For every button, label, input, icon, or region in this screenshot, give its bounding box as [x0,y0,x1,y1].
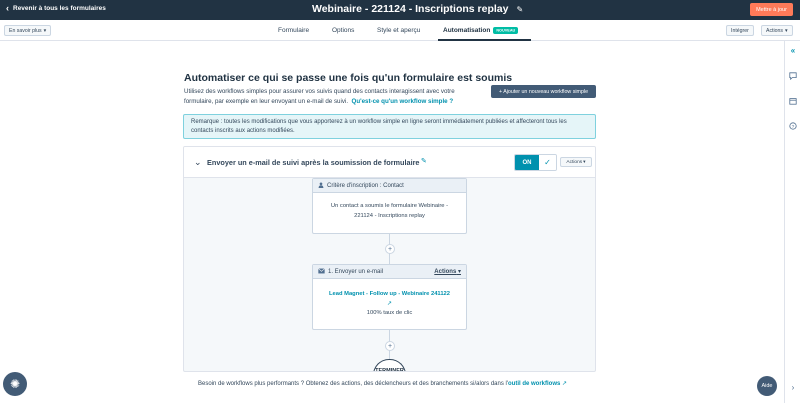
learn-more-label: En savoir plus [9,27,42,34]
back-to-forms-link[interactable]: ‹ Revenir à tous les formulaires [6,3,106,13]
what-is-simple-workflow-link[interactable]: Qu'est-ce qu'un workflow simple ? [352,98,454,105]
top-bar: ‹ Revenir à tous les formulaires Webinai… [0,0,800,20]
trigger-header-label: Critère d'inscription : Contact [327,182,404,189]
email-step-node[interactable]: 1. Envoyer un e-mail Actions ▾ Lead Magn… [312,264,467,330]
check-icon: ✓ [539,155,556,170]
form-title: Webinaire - 221124 - Inscriptions replay [312,3,509,15]
mail-icon [318,267,325,276]
update-button[interactable]: Mettre à jour [750,3,793,16]
add-workflow-button[interactable]: + Ajouter un nouveau workflow simple [491,85,596,98]
click-rate-stat: 100% taux de clic [366,310,413,316]
add-step-plus-icon[interactable]: + [385,341,395,351]
help-icon[interactable]: ? [788,121,798,131]
page-title: Webinaire - 221124 - Inscriptions replay… [312,3,523,15]
email-step-header: 1. Envoyer un e-mail Actions ▾ [313,265,466,279]
step-actions-label: Actions [434,269,457,275]
active-tab-indicator [438,39,531,41]
chevron-right-icon[interactable]: › [788,382,798,392]
trigger-node[interactable]: Critère d'inscription : Contact Un conta… [312,178,467,234]
workflow-card: ⌄ Envoyer un e-mail de suivi après la so… [183,146,596,372]
svg-text:?: ? [792,124,795,130]
email-step-body: Lead Magnet - Follow up - Webinaire 2411… [313,279,466,319]
trigger-node-body: Un contact a soumis le formulaire Webina… [330,203,449,219]
tab-style[interactable]: Style et aperçu [377,27,420,34]
gear-icon[interactable]: ✺ [3,372,27,396]
help-button[interactable]: Aide [757,376,777,396]
external-link-icon[interactable]: ↗ [562,381,567,387]
email-step-label: 1. Envoyer un e-mail [328,268,384,275]
back-link-label: Revenir à tous les formulaires [13,5,106,12]
add-step-plus-icon[interactable]: + [385,244,395,254]
collapse-icon[interactable]: « [788,45,798,55]
actions-dropdown[interactable]: Actions ▾ [761,25,793,36]
notice-banner: Remarque : toutes les modifications que … [183,114,596,139]
tab-options[interactable]: Options [332,27,354,34]
intro-text: Utilisez des workflows simples pour assu… [184,87,484,107]
calendar-icon[interactable] [788,96,798,106]
workflow-name: Envoyer un e-mail de suivi après la soum… [207,158,420,167]
user-icon [318,181,324,190]
workflow-tool-link[interactable]: outil de workflows [508,381,560,387]
chevron-left-icon: ‹ [6,3,9,13]
caret-down-icon: ▾ [785,27,788,34]
caret-down-icon: ▾ [583,159,586,165]
pencil-icon[interactable]: ✎ [421,157,427,165]
chevron-down-icon[interactable]: ⌄ [194,157,202,168]
new-badge: NOUVEAU [493,26,519,34]
right-sidebar: « ? › [784,41,800,403]
notice-text: Remarque : toutes les modifications que … [191,119,567,134]
toggle-on-label: ON [515,155,539,170]
workflow-toggle[interactable]: ON ✓ [514,154,557,171]
step-actions-dropdown[interactable]: Actions ▾ [434,268,461,275]
trigger-node-header: Critère d'inscription : Contact [313,179,466,193]
actions-label: Actions [766,27,784,34]
workflow-actions-dropdown[interactable]: Actions ▾ [560,157,592,167]
email-link[interactable]: Lead Magnet - Follow up - Webinaire 2411… [329,291,450,297]
external-link-icon[interactable]: ↗ [313,300,466,310]
workflow-actions-label: Actions [566,159,583,165]
caret-down-icon: ▾ [43,27,47,34]
chat-icon[interactable] [788,71,798,81]
learn-more-dropdown[interactable]: En savoir plus ▾ [4,25,52,36]
footer-text: Besoin de workflows plus performants ? O… [198,381,508,387]
tabs-row: En savoir plus ▾ Formulaire Options Styl… [0,20,800,41]
tab-automatisation-label: Automatisation [443,27,491,34]
tab-formulaire[interactable]: Formulaire [278,27,309,34]
tab-automatisation[interactable]: Automatisation NOUVEAU [443,26,519,34]
integrate-button[interactable]: Intégrer [726,25,754,36]
footer-note: Besoin de workflows plus performants ? O… [198,380,567,387]
pencil-icon[interactable]: ✎ [516,5,523,14]
workflow-header: ⌄ Envoyer un e-mail de suivi après la so… [184,147,595,178]
section-title: Automatiser ce qui se passe une fois qu'… [184,72,513,84]
end-node: TERMINER [373,359,406,371]
